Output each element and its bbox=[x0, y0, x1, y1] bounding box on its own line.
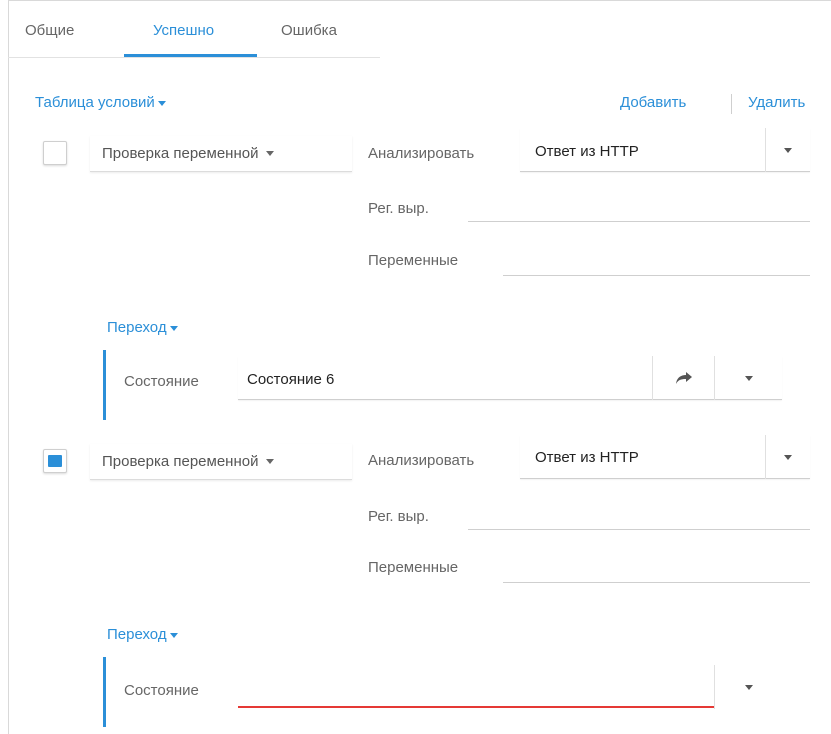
analyze-value: Ответ из HTTP bbox=[535, 449, 639, 466]
variables-label: Переменные bbox=[368, 252, 459, 269]
caret-down-icon bbox=[784, 147, 792, 153]
transition-group-bar bbox=[103, 657, 106, 727]
caret-down-icon bbox=[169, 325, 178, 331]
active-tab-indicator bbox=[124, 54, 257, 57]
analyze-label: Анализировать bbox=[368, 145, 475, 162]
tab-general[interactable]: Общие bbox=[25, 22, 74, 39]
goto-state-button[interactable] bbox=[652, 356, 714, 400]
analyze-label: Анализировать bbox=[368, 452, 475, 469]
variables-input[interactable] bbox=[503, 275, 810, 276]
conditions-table-dropdown[interactable]: Таблица условий bbox=[35, 94, 166, 111]
regex-input[interactable] bbox=[468, 529, 810, 530]
toolbar-divider bbox=[731, 94, 732, 114]
state-value: Состояние 6 bbox=[247, 371, 335, 388]
variables-input[interactable] bbox=[503, 582, 810, 583]
caret-down-icon bbox=[744, 684, 753, 690]
analyze-select-toggle[interactable] bbox=[765, 128, 810, 172]
state-label: Состояние bbox=[124, 373, 199, 390]
condition-type-dropdown[interactable]: Проверка переменной bbox=[90, 444, 352, 480]
tab-bar: Общие Успешно Ошибка bbox=[8, 0, 380, 58]
tab-success[interactable]: Успешно bbox=[153, 22, 214, 39]
state-select-toggle[interactable] bbox=[714, 665, 782, 709]
caret-down-icon bbox=[784, 454, 792, 460]
state-input-error-underline[interactable] bbox=[238, 706, 714, 708]
transition-group-bar bbox=[103, 350, 106, 420]
regex-input[interactable] bbox=[468, 221, 810, 222]
caret-down-icon bbox=[266, 459, 275, 464]
condition-type-dropdown[interactable]: Проверка переменной bbox=[90, 136, 352, 172]
transition-label: Переход bbox=[107, 319, 167, 336]
condition-type-label: Проверка переменной bbox=[102, 453, 259, 470]
analyze-value: Ответ из HTTP bbox=[535, 143, 639, 160]
transition-label: Переход bbox=[107, 626, 167, 643]
tab-error[interactable]: Ошибка bbox=[281, 22, 337, 39]
state-select-toggle[interactable] bbox=[714, 356, 782, 400]
conditions-table-label: Таблица условий bbox=[35, 94, 155, 111]
regex-label: Рег. выр. bbox=[368, 508, 429, 525]
transition-dropdown[interactable]: Переход bbox=[107, 319, 178, 336]
variables-label: Переменные bbox=[368, 559, 459, 576]
share-arrow-icon bbox=[675, 372, 692, 384]
regex-label: Рег. выр. bbox=[368, 200, 429, 217]
condition-checkbox[interactable] bbox=[43, 141, 67, 165]
add-button[interactable]: Добавить bbox=[620, 94, 686, 111]
condition-checkbox[interactable] bbox=[43, 449, 67, 473]
caret-down-icon bbox=[157, 100, 166, 106]
checkbox-fill bbox=[48, 455, 62, 467]
caret-down-icon bbox=[266, 151, 275, 156]
caret-down-icon bbox=[169, 632, 178, 638]
caret-down-icon bbox=[744, 375, 753, 381]
condition-type-label: Проверка переменной bbox=[102, 145, 259, 162]
analyze-select-toggle[interactable] bbox=[765, 435, 810, 479]
delete-button[interactable]: Удалить bbox=[748, 94, 805, 111]
transition-dropdown[interactable]: Переход bbox=[107, 626, 178, 643]
state-label: Состояние bbox=[124, 682, 199, 699]
